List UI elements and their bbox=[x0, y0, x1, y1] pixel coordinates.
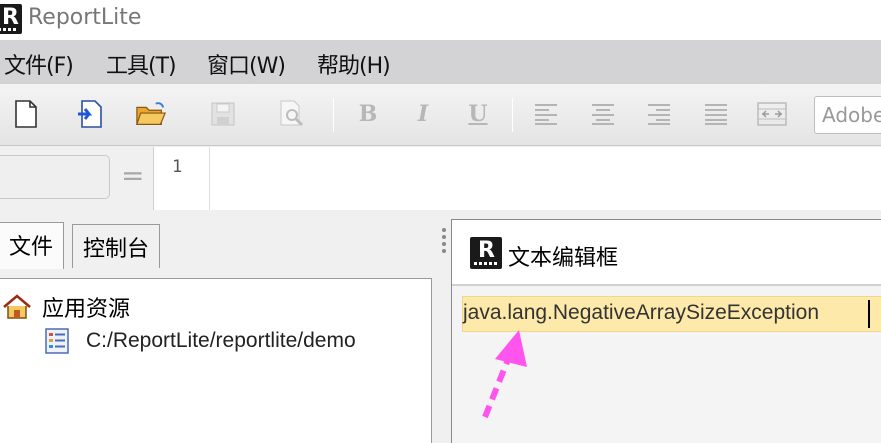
toolbar: B I U Adobe bbox=[0, 84, 881, 146]
menu-help[interactable]: 帮助(H) bbox=[317, 48, 391, 80]
dialog-header: R 文本编辑框 bbox=[452, 220, 881, 284]
title-bar: R ReportLite bbox=[0, 0, 881, 40]
line-number: 1 bbox=[172, 157, 183, 177]
align-left-icon[interactable] bbox=[530, 98, 562, 130]
print-preview-icon[interactable] bbox=[276, 98, 308, 130]
font-family-select[interactable]: Adobe bbox=[814, 96, 881, 134]
justify-icon[interactable] bbox=[700, 98, 732, 130]
align-center-icon[interactable] bbox=[587, 98, 619, 130]
home-icon bbox=[3, 294, 31, 319]
tree-root-node[interactable]: 应用资源 bbox=[2, 291, 130, 323]
tab-files[interactable]: 文件 bbox=[0, 222, 65, 269]
bold-icon[interactable]: B bbox=[352, 98, 384, 130]
import-icon[interactable] bbox=[74, 98, 106, 130]
app-title: ReportLite bbox=[28, 5, 142, 30]
menu-tools[interactable]: 工具(T) bbox=[106, 48, 177, 80]
left-panel: 文件 控制台 应用资源 C:/ReportLite/reportlite/dem… bbox=[0, 210, 440, 443]
formula-bar: = 1 bbox=[0, 147, 881, 210]
resource-tree: 应用资源 C:/ReportLite/reportlite/demo bbox=[0, 278, 432, 443]
annotation-arrow-icon bbox=[482, 330, 527, 419]
menu-bar: 文件(F) 工具(T) 窗口(W) 帮助(H) bbox=[0, 40, 881, 84]
logo-letter: R bbox=[2, 5, 19, 30]
list-document-icon bbox=[45, 328, 69, 354]
merge-cells-icon[interactable] bbox=[756, 98, 788, 130]
cell-name-box[interactable] bbox=[0, 155, 110, 199]
font-family-value: Adobe bbox=[822, 103, 881, 127]
save-icon[interactable] bbox=[207, 98, 239, 130]
tab-console[interactable]: 控制台 bbox=[72, 224, 161, 268]
dialog-title: 文本编辑框 bbox=[508, 246, 619, 271]
tree-root-label: 应用资源 bbox=[42, 297, 131, 322]
open-folder-icon[interactable] bbox=[135, 98, 167, 130]
formula-editor[interactable]: 1 bbox=[153, 147, 881, 210]
tree-item-label: C:/ReportLite/reportlite/demo bbox=[86, 329, 356, 352]
menu-window[interactable]: 窗口(W) bbox=[207, 48, 286, 80]
app-logo-icon: R bbox=[0, 4, 22, 34]
panel-splitter[interactable] bbox=[440, 225, 448, 265]
equals-sign: = bbox=[121, 159, 145, 192]
new-file-icon[interactable] bbox=[10, 98, 42, 130]
text-caret bbox=[868, 300, 870, 328]
menu-file[interactable]: 文件(F) bbox=[4, 48, 74, 80]
dialog-logo-icon: R bbox=[470, 237, 502, 269]
text-edit-value: java.lang.NegativeArraySizeException bbox=[463, 301, 820, 324]
tree-item-demo[interactable]: C:/ReportLite/reportlite/demo bbox=[44, 327, 356, 355]
align-right-icon[interactable] bbox=[643, 98, 675, 130]
underline-icon[interactable]: U bbox=[462, 98, 494, 130]
line-number-gutter: 1 bbox=[154, 147, 210, 210]
italic-icon[interactable]: I bbox=[407, 98, 439, 130]
